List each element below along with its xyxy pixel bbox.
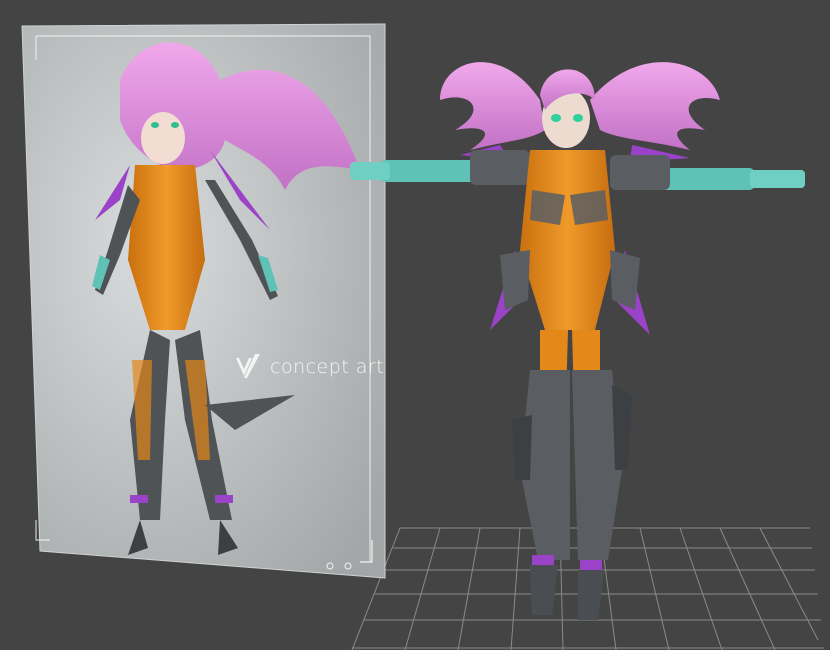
viewport-scene [21,23,824,650]
character-3d-model[interactable] [350,62,805,620]
concept-art-board[interactable] [21,23,386,579]
concept-art-label: concept art [270,356,385,378]
3d-viewport[interactable]: concept art [0,0,830,650]
